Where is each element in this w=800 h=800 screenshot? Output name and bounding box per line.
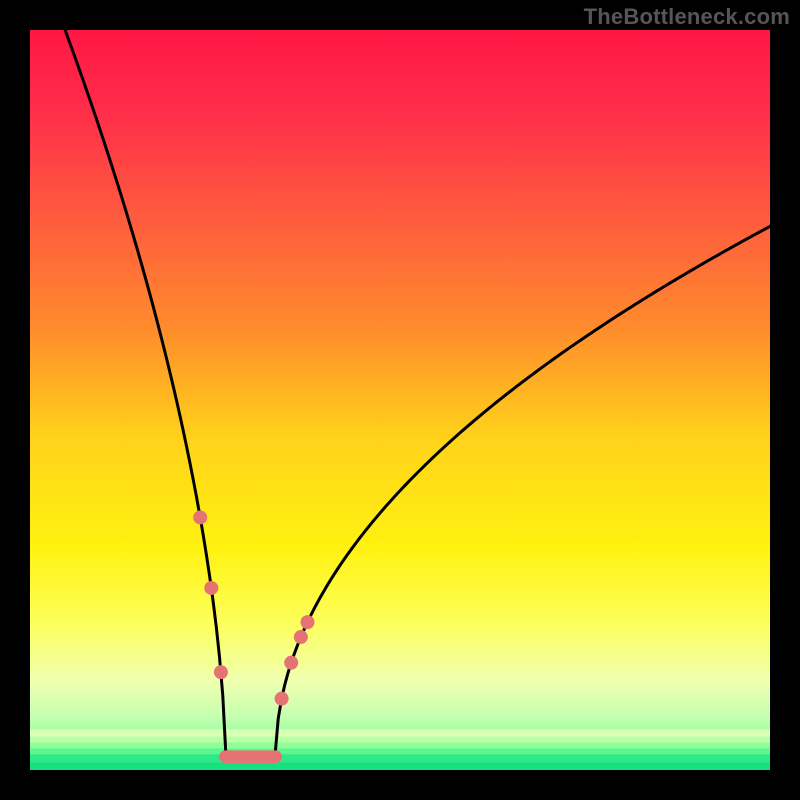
green-band-group [30, 729, 770, 770]
plot-area [30, 30, 770, 770]
watermark-text: TheBottleneck.com [584, 4, 790, 30]
chart-frame: TheBottleneck.com [0, 0, 800, 800]
chart-svg [30, 30, 770, 770]
top-edge-band [30, 30, 770, 33]
gradient-background [30, 30, 770, 770]
